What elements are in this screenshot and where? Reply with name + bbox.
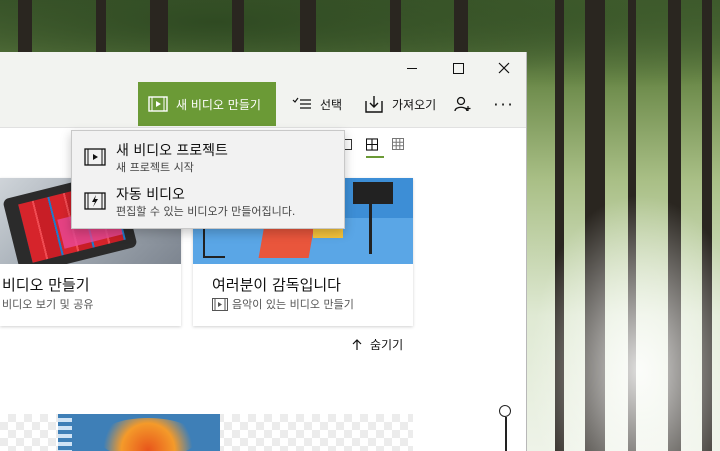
- import-icon: [365, 96, 383, 113]
- more-options-button[interactable]: ···: [486, 82, 522, 126]
- new-video-dropdown: 새 비디오 프로젝트 새 프로젝트 시작 자동 비디오 편집할 수 있는 비디오…: [71, 130, 345, 229]
- more-label: ···: [493, 94, 515, 114]
- active-view-indicator: [366, 156, 384, 158]
- add-user-icon: [454, 96, 471, 112]
- menu-item-subtitle: 편집할 수 있는 비디오가 만들어집니다.: [116, 205, 296, 218]
- new-video-label: 새 비디오 만들기: [176, 97, 261, 112]
- maximize-icon: [452, 62, 464, 74]
- menu-item-subtitle: 새 프로젝트 시작: [116, 161, 194, 174]
- new-video-button[interactable]: 새 비디오 만들기: [138, 82, 276, 126]
- card-title: 비디오 만들기: [2, 276, 90, 294]
- select-label: 선택: [320, 97, 343, 112]
- close-button[interactable]: [481, 54, 526, 82]
- view-small-button[interactable]: [392, 138, 404, 150]
- small-grid-icon: [392, 138, 404, 150]
- arrow-up-icon: [352, 338, 362, 350]
- collapse-label: 숨기기: [370, 338, 404, 352]
- import-button[interactable]: 가져오기: [354, 82, 446, 126]
- minimize-icon: [407, 67, 417, 69]
- card-subtitle-text: 비디오 보기 및 공유: [2, 298, 94, 311]
- menu-item-auto-video[interactable]: 자동 비디오 편집할 수 있는 비디오가 만들어집니다.: [72, 181, 344, 225]
- project-thumbnail[interactable]: [58, 414, 220, 451]
- title-bar: 새 비디오 만들기 선택 가져오기 ···: [0, 52, 526, 128]
- card-subtitle-text: 음악이 있는 비디오 만들기: [232, 298, 354, 311]
- close-icon: [498, 62, 510, 74]
- auto-video-icon: [84, 192, 106, 210]
- account-button[interactable]: [446, 82, 480, 126]
- maximize-button[interactable]: [435, 54, 481, 82]
- sunlight-glow: [520, 180, 720, 451]
- card-subtitle: 비디오 보기 및 공유: [2, 296, 93, 312]
- collapse-link[interactable]: 숨기기: [352, 336, 403, 353]
- menu-item-title: 새 비디오 프로젝트: [116, 143, 228, 159]
- checklist-icon: [292, 97, 311, 109]
- card-title: 여러분이 감독입니다: [212, 276, 341, 294]
- card-subtitle: 음악이 있는 비디오 만들기: [212, 296, 354, 312]
- view-toggles: [340, 137, 404, 151]
- menu-item-title: 자동 비디오: [116, 187, 185, 203]
- view-medium-button[interactable]: [366, 137, 378, 151]
- menu-item-new-video-project[interactable]: 새 비디오 프로젝트 새 프로젝트 시작: [72, 137, 344, 181]
- video-icon: [148, 96, 168, 112]
- timeline-handle[interactable]: [499, 405, 511, 417]
- video-project-icon: [84, 148, 106, 166]
- video-icon: [212, 297, 228, 311]
- minimize-button[interactable]: [389, 54, 435, 82]
- app-window: 새 비디오 만들기 선택 가져오기 ··· 비디오 만들기 비디오 보기 및 공…: [0, 52, 527, 451]
- import-label: 가져오기: [392, 97, 437, 112]
- grid-view-icon: [366, 137, 378, 151]
- timeline-line: [505, 417, 507, 451]
- select-button[interactable]: 선택: [282, 82, 352, 126]
